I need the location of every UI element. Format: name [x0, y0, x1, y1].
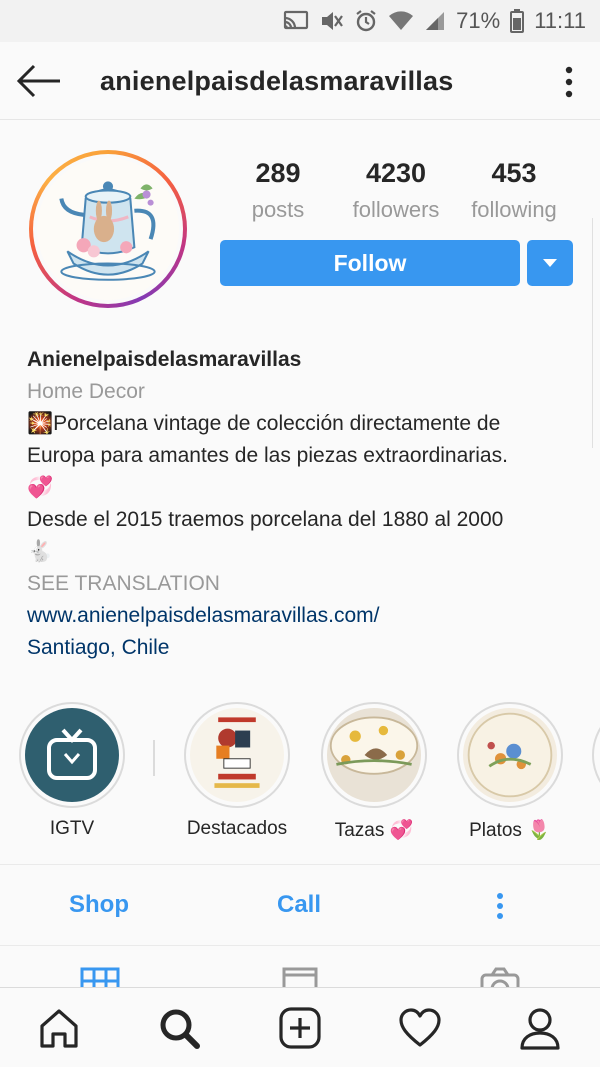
- feed-icon: [282, 967, 318, 987]
- stat-value: 4230: [365, 158, 427, 188]
- header-username: anienelpaisdelasmaravillas: [100, 66, 454, 96]
- avatar: [37, 158, 179, 300]
- chevron-down-icon: [543, 259, 557, 267]
- highlight-label: Destacados: [186, 818, 288, 839]
- igtv-icon: [47, 728, 97, 780]
- plate-thumbnail: [463, 708, 557, 802]
- bio-line: Europa para amantes de las piezas extrao…: [27, 444, 508, 467]
- profile-header: anienelpaisdelasmaravillas: [0, 42, 600, 120]
- story-highlights: IGTV Destacados Tazas 💞 Platos 🌷: [0, 702, 600, 842]
- battery-icon: [510, 9, 525, 33]
- profile-icon: [520, 1008, 560, 1050]
- bio-emoji: 💞: [27, 476, 54, 499]
- follow-button[interactable]: Follow: [220, 240, 520, 286]
- stat-label: following: [471, 197, 557, 222]
- bottom-navigation: [0, 987, 600, 1067]
- mute-icon: [320, 10, 344, 32]
- igtv-thumbnail: [25, 708, 119, 802]
- shop-button[interactable]: Shop: [69, 891, 129, 919]
- nav-new-post[interactable]: [278, 1006, 322, 1050]
- highlight-igtv[interactable]: IGTV: [2, 702, 142, 840]
- profile-category: Home Decor: [27, 380, 145, 403]
- scrollbar: [592, 218, 600, 448]
- profile-avatar-story-ring[interactable]: [29, 150, 187, 308]
- alarm-icon: [354, 9, 378, 33]
- bio-emoji: 🐇: [27, 540, 54, 563]
- more-vertical-icon: [565, 66, 573, 98]
- website-link[interactable]: www.anienelpaisdelasmaravillas.com/: [27, 600, 577, 632]
- highlight-label: IGTV: [49, 818, 95, 839]
- back-arrow-icon: [16, 64, 60, 98]
- profile-bio: Anienelpaisdelasmaravillas Home Decor 🎇P…: [27, 344, 577, 664]
- signal-icon: [424, 10, 446, 32]
- new-post-icon: [279, 1007, 321, 1049]
- stat-posts[interactable]: 289 posts: [218, 158, 338, 223]
- suggested-accounts-dropdown-button[interactable]: [527, 240, 573, 286]
- clock: 11:11: [534, 8, 586, 33]
- profile-display-name: Anienelpaisdelasmaravillas: [27, 348, 302, 371]
- highlight-destacados[interactable]: Destacados: [167, 702, 307, 840]
- cast-icon: [282, 10, 310, 32]
- call-button[interactable]: Call: [277, 891, 321, 919]
- back-button[interactable]: [16, 62, 62, 100]
- stat-label: followers: [352, 197, 440, 222]
- highlight-platos[interactable]: Platos 🌷: [440, 702, 580, 842]
- bio-line: Desde el 2015 traemos porcelana del 1880…: [27, 508, 504, 531]
- more-vertical-icon: [497, 893, 503, 919]
- nav-profile[interactable]: [518, 1006, 562, 1050]
- more-actions-button[interactable]: [488, 891, 512, 921]
- search-icon: [160, 1009, 200, 1049]
- home-icon: [40, 1009, 78, 1048]
- stat-label: posts: [251, 197, 305, 222]
- bazar-poster-thumbnail: [190, 708, 284, 802]
- teapot-teacup-logo: [37, 158, 179, 300]
- tab-feed[interactable]: [280, 965, 320, 987]
- contact-actions: Shop Call: [0, 864, 600, 946]
- nav-home[interactable]: [37, 1006, 81, 1050]
- highlight-tazas[interactable]: Tazas 💞: [304, 702, 444, 842]
- stat-following[interactable]: 453 following: [454, 158, 574, 223]
- tagged-photo-icon: [480, 967, 520, 987]
- stat-value: 453: [491, 158, 537, 188]
- content-tabs: [0, 947, 600, 987]
- grid-icon: [80, 967, 120, 987]
- nav-search[interactable]: [157, 1006, 201, 1050]
- stat-value: 289: [255, 158, 301, 188]
- more-options-button[interactable]: [555, 64, 583, 100]
- tab-grid[interactable]: [80, 967, 120, 987]
- bio-line: 🎇Porcelana vintage de colección directam…: [27, 412, 501, 435]
- nav-activity[interactable]: [398, 1006, 442, 1050]
- wifi-icon: [388, 10, 414, 32]
- activity-heart-icon: [399, 1008, 441, 1047]
- highlight-label: Platos 🌷: [469, 820, 551, 841]
- stat-followers[interactable]: 4230 followers: [336, 158, 456, 223]
- status-bar: 71% 11:11: [0, 0, 600, 42]
- teacup-thumbnail: [327, 708, 421, 802]
- battery-percent: 71%: [456, 8, 501, 33]
- highlight-label: Tazas 💞: [334, 820, 414, 841]
- highlights-divider: [153, 740, 155, 776]
- location-link[interactable]: Santiago, Chile: [27, 632, 577, 664]
- highlight-partial[interactable]: [578, 702, 600, 808]
- see-translation-link[interactable]: SEE TRANSLATION: [27, 568, 577, 600]
- tab-tagged[interactable]: [480, 965, 520, 987]
